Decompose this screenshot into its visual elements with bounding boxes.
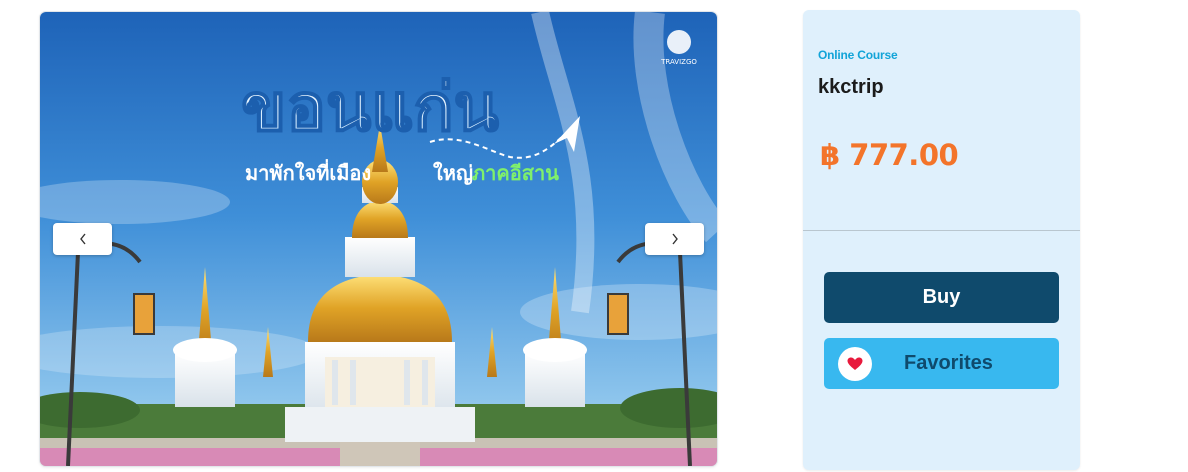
favorites-button[interactable]: Favorites xyxy=(824,338,1059,389)
carousel-prev-button[interactable] xyxy=(53,223,112,255)
carousel-next-button[interactable] xyxy=(645,223,704,255)
card-divider xyxy=(803,230,1080,231)
slide-image-khon-kaen-temple: ขอนแก่น มาพักใจที่เมือง ใหญ่ ภาคอีสาน TR… xyxy=(40,12,717,466)
heart-icon xyxy=(838,347,872,381)
slide-headline: ขอนแก่น xyxy=(241,69,499,146)
chevron-right-icon xyxy=(671,233,678,245)
slide-tagline-part2: ใหญ่ xyxy=(433,161,473,185)
product-category: Online Course xyxy=(818,48,898,62)
favorites-button-label: Favorites xyxy=(904,352,993,374)
slide-tagline-highlight: ภาคอีสาน xyxy=(472,161,559,185)
chevron-left-icon xyxy=(79,233,86,245)
product-title: kkctrip xyxy=(818,76,884,98)
product-price: ฿ 777.00 xyxy=(820,138,959,172)
svg-text:TRAVIZGO: TRAVIZGO xyxy=(660,58,697,66)
product-card: Online Course kkctrip ฿ 777.00 Buy Favor… xyxy=(803,10,1080,470)
image-carousel: ขอนแก่น มาพักใจที่เมือง ใหญ่ ภาคอีสาน TR… xyxy=(40,12,717,466)
buy-button[interactable]: Buy xyxy=(824,272,1059,323)
buy-button-label: Buy xyxy=(922,286,961,308)
slide-tagline-part1: มาพักใจที่เมือง xyxy=(245,158,371,185)
